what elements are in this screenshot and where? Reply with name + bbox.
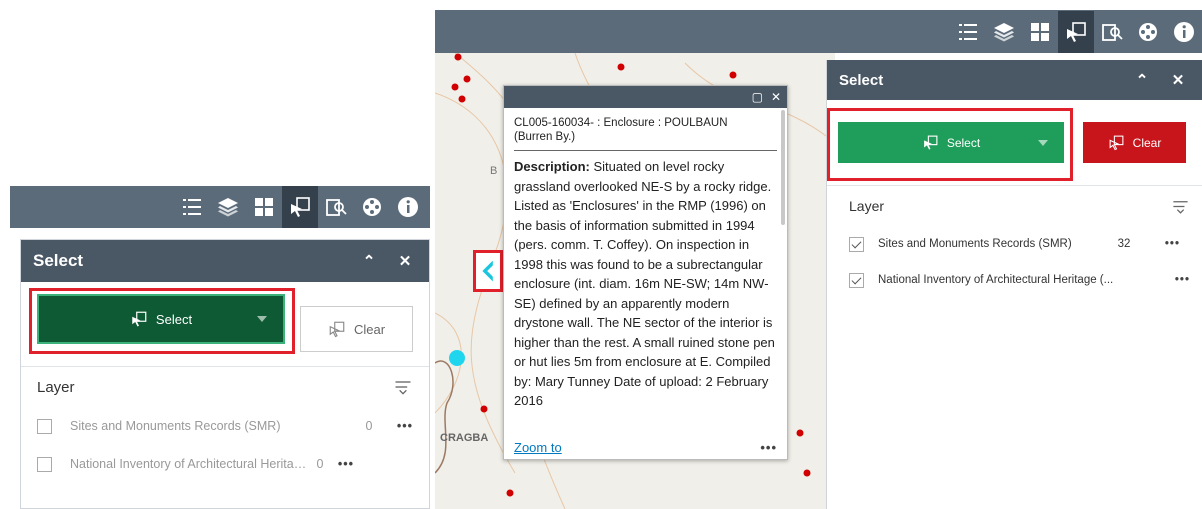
zoom-to-link[interactable]: Zoom to: [514, 440, 562, 455]
select-icon: [923, 135, 938, 150]
select-panel: Select ⌃ ✕ Select Clear Layer Sites and …: [20, 239, 430, 509]
layer-label: Layer: [37, 378, 75, 396]
layer-checkbox[interactable]: [37, 418, 52, 434]
widget-toolbar: [435, 10, 1202, 53]
grid-icon[interactable]: [246, 186, 282, 228]
description-label: Description:: [514, 159, 590, 174]
layer-checkbox[interactable]: [37, 456, 52, 472]
analysis-icon[interactable]: [354, 186, 390, 228]
select-icon[interactable]: [282, 186, 318, 228]
analysis-icon[interactable]: [1130, 11, 1166, 53]
layer-row[interactable]: Sites and Monuments Records (SMR) 32 •••: [827, 226, 1202, 262]
popup-description: Description: Situated on level rocky gra…: [514, 157, 777, 437]
clear-selection-icon: [329, 321, 345, 338]
clear-button[interactable]: Clear: [1083, 122, 1186, 163]
collapse-icon[interactable]: ⌃: [1130, 71, 1154, 89]
popup-titlebar: ▢ ✕: [504, 86, 787, 108]
layer-name: National Inventory of Architectural Heri…: [70, 457, 310, 471]
widget-toolbar: [10, 186, 430, 228]
map-location-marker: [449, 350, 465, 366]
map-point: [454, 53, 462, 61]
close-icon[interactable]: ✕: [393, 252, 417, 270]
layers-icon[interactable]: [986, 11, 1022, 53]
chevron-left-icon: [482, 260, 493, 282]
feature-popup: ▢ ✕ CL005-160034- : Enclosure : POULBAUN…: [503, 85, 788, 460]
map-point: [458, 95, 466, 103]
select-icon: [132, 311, 147, 327]
popup-title: CL005-160034- : Enclosure : POULBAUN (Bu…: [514, 108, 777, 151]
layer-checkbox[interactable]: [849, 236, 864, 252]
query-icon[interactable]: [318, 186, 354, 228]
clear-label: Clear: [353, 321, 386, 337]
info-icon[interactable]: [390, 186, 426, 228]
select-toolbar: Select Clear: [21, 282, 429, 367]
collapse-icon[interactable]: ⌃: [357, 252, 381, 270]
select-label: Select: [155, 311, 193, 327]
map-label: B: [490, 165, 497, 177]
layer-label: Layer: [849, 198, 885, 214]
panel-title: Select: [33, 251, 84, 270]
map-point: [796, 429, 804, 437]
clear-label: Clear: [1132, 135, 1162, 150]
panel-title: Select: [839, 71, 884, 89]
layer-row[interactable]: National Inventory of Architectural Heri…: [827, 262, 1202, 298]
close-icon[interactable]: ✕: [771, 90, 781, 104]
map-point: [506, 489, 514, 497]
layer-count: 32: [1117, 238, 1131, 250]
left-screenshot: Select ⌃ ✕ Select Clear Layer Sites and …: [10, 186, 430, 509]
map-point: [463, 75, 471, 83]
select-label: Select: [946, 135, 981, 150]
panel-header: Select ⌃ ✕: [21, 240, 429, 282]
list-icon[interactable]: [174, 186, 210, 228]
map-label: CRAGBA: [440, 432, 488, 444]
more-icon[interactable]: •••: [1140, 238, 1180, 250]
popup-footer: Zoom to •••: [514, 440, 777, 455]
list-icon[interactable]: [950, 11, 986, 53]
layer-header: Layer: [21, 367, 429, 407]
layer-name: Sites and Monuments Records (SMR): [878, 238, 1072, 250]
chevron-down-icon[interactable]: [1038, 139, 1048, 146]
layer-count: 0: [316, 457, 324, 471]
more-icon[interactable]: •••: [1150, 274, 1190, 286]
select-toolbar: Select Clear: [827, 100, 1202, 186]
info-icon[interactable]: [1166, 11, 1202, 53]
right-screenshot: CRAGBA B Select ⌃ ✕ Select Clear Layer S…: [435, 10, 1202, 509]
close-icon[interactable]: ✕: [1166, 71, 1190, 89]
clear-selection-icon: [1109, 135, 1124, 151]
popup-scrollbar[interactable]: [781, 110, 785, 225]
panel-header: Select ⌃ ✕: [827, 60, 1202, 100]
collapse-panel-button[interactable]: [473, 250, 503, 292]
more-icon[interactable]: •••: [389, 419, 413, 433]
layer-header: Layer: [827, 186, 1202, 226]
clear-button[interactable]: Clear: [300, 306, 413, 352]
more-icon[interactable]: •••: [330, 457, 354, 471]
map-point: [480, 405, 488, 413]
select-panel: Select ⌃ ✕ Select Clear Layer Sites and …: [826, 60, 1202, 509]
chevron-down-icon[interactable]: [257, 316, 267, 322]
query-icon[interactable]: [1094, 11, 1130, 53]
select-button[interactable]: Select: [838, 122, 1064, 163]
map-point: [803, 469, 811, 477]
maximize-icon[interactable]: ▢: [752, 90, 763, 104]
layer-row[interactable]: National Inventory of Architectural Heri…: [21, 445, 429, 483]
filter-icon[interactable]: [393, 377, 413, 397]
select-button[interactable]: Select: [37, 294, 285, 344]
layers-icon[interactable]: [210, 186, 246, 228]
description-text: Situated on level rocky grassland overlo…: [514, 159, 775, 408]
layer-row[interactable]: Sites and Monuments Records (SMR) 0 •••: [21, 407, 429, 445]
map-point: [451, 83, 459, 91]
more-icon[interactable]: •••: [760, 440, 777, 455]
layer-count: 0: [365, 419, 373, 433]
grid-icon[interactable]: [1022, 11, 1058, 53]
layer-name: National Inventory of Architectural Heri…: [878, 274, 1114, 286]
layer-checkbox[interactable]: [849, 272, 864, 288]
layer-name: Sites and Monuments Records (SMR): [70, 419, 281, 433]
map-point: [729, 71, 737, 79]
select-icon[interactable]: [1058, 10, 1094, 53]
map-point: [617, 63, 625, 71]
filter-icon[interactable]: [1171, 197, 1190, 216]
